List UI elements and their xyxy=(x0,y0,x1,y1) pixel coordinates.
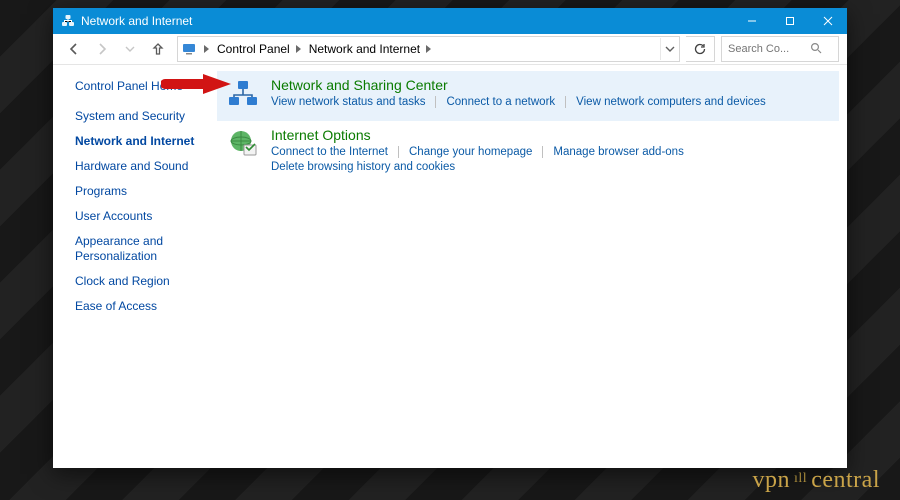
refresh-button[interactable] xyxy=(686,36,715,62)
close-button[interactable] xyxy=(809,8,847,34)
watermark: vpn ıll central xyxy=(753,467,880,494)
maximize-button[interactable] xyxy=(771,8,809,34)
address-bar[interactable]: Control Panel Network and Internet xyxy=(177,36,680,62)
control-panel-home-link[interactable]: Control Panel Home xyxy=(75,79,217,93)
address-dropdown-button[interactable] xyxy=(660,38,679,60)
chevron-right-icon xyxy=(296,42,301,56)
internet-options-icon xyxy=(225,127,261,163)
task-link[interactable]: View network status and tasks xyxy=(271,96,435,108)
sidebar-item-appearance[interactable]: Appearance and Personalization xyxy=(75,234,195,264)
task-link[interactable]: Connect to the Internet xyxy=(271,146,398,158)
task-link[interactable]: Connect to a network xyxy=(435,96,565,108)
task-link[interactable]: Delete browsing history and cookies xyxy=(271,161,465,173)
breadcrumb-root[interactable] xyxy=(200,38,213,60)
sidebar: Control Panel Home System and Security N… xyxy=(53,65,217,469)
navigation-bar: Control Panel Network and Internet xyxy=(53,34,847,65)
search-box[interactable] xyxy=(721,36,839,62)
title-bar: Network and Internet xyxy=(53,8,847,34)
sidebar-item-clock-region[interactable]: Clock and Region xyxy=(75,274,217,289)
search-input[interactable] xyxy=(726,42,806,56)
window-title: Network and Internet xyxy=(81,14,192,28)
recent-locations-button[interactable] xyxy=(117,36,143,62)
breadcrumb-item[interactable]: Control Panel xyxy=(213,38,305,60)
section-internet-options[interactable]: Internet Options Connect to the Internet… xyxy=(217,121,839,181)
search-icon xyxy=(810,42,822,57)
task-link[interactable]: Manage browser add-ons xyxy=(542,146,693,158)
minimize-button[interactable] xyxy=(733,8,771,34)
content-area: Network and Sharing Center View network … xyxy=(217,65,847,469)
section-network-sharing-center[interactable]: Network and Sharing Center View network … xyxy=(217,71,839,121)
network-icon xyxy=(61,14,75,28)
sidebar-item-programs[interactable]: Programs xyxy=(75,184,217,199)
sidebar-item-system-security[interactable]: System and Security xyxy=(75,109,217,124)
sidebar-item-user-accounts[interactable]: User Accounts xyxy=(75,209,217,224)
sidebar-item-hardware-sound[interactable]: Hardware and Sound xyxy=(75,159,217,174)
signal-icon: ıll xyxy=(794,471,807,487)
section-title[interactable]: Network and Sharing Center xyxy=(271,77,831,93)
back-button[interactable] xyxy=(61,36,87,62)
network-sharing-icon xyxy=(225,77,261,113)
forward-button[interactable] xyxy=(89,36,115,62)
control-panel-icon xyxy=(178,38,200,60)
chevron-right-icon xyxy=(426,42,431,56)
chevron-right-icon xyxy=(204,42,209,56)
task-link[interactable]: Change your homepage xyxy=(398,146,542,158)
section-title[interactable]: Internet Options xyxy=(271,127,831,143)
sidebar-item-ease-of-access[interactable]: Ease of Access xyxy=(75,299,217,314)
breadcrumb-item[interactable]: Network and Internet xyxy=(305,38,435,60)
sidebar-item-network-internet[interactable]: Network and Internet xyxy=(75,134,217,149)
control-panel-window: Network and Internet xyxy=(53,8,847,468)
task-link[interactable]: View network computers and devices xyxy=(565,96,776,108)
up-button[interactable] xyxy=(145,36,171,62)
